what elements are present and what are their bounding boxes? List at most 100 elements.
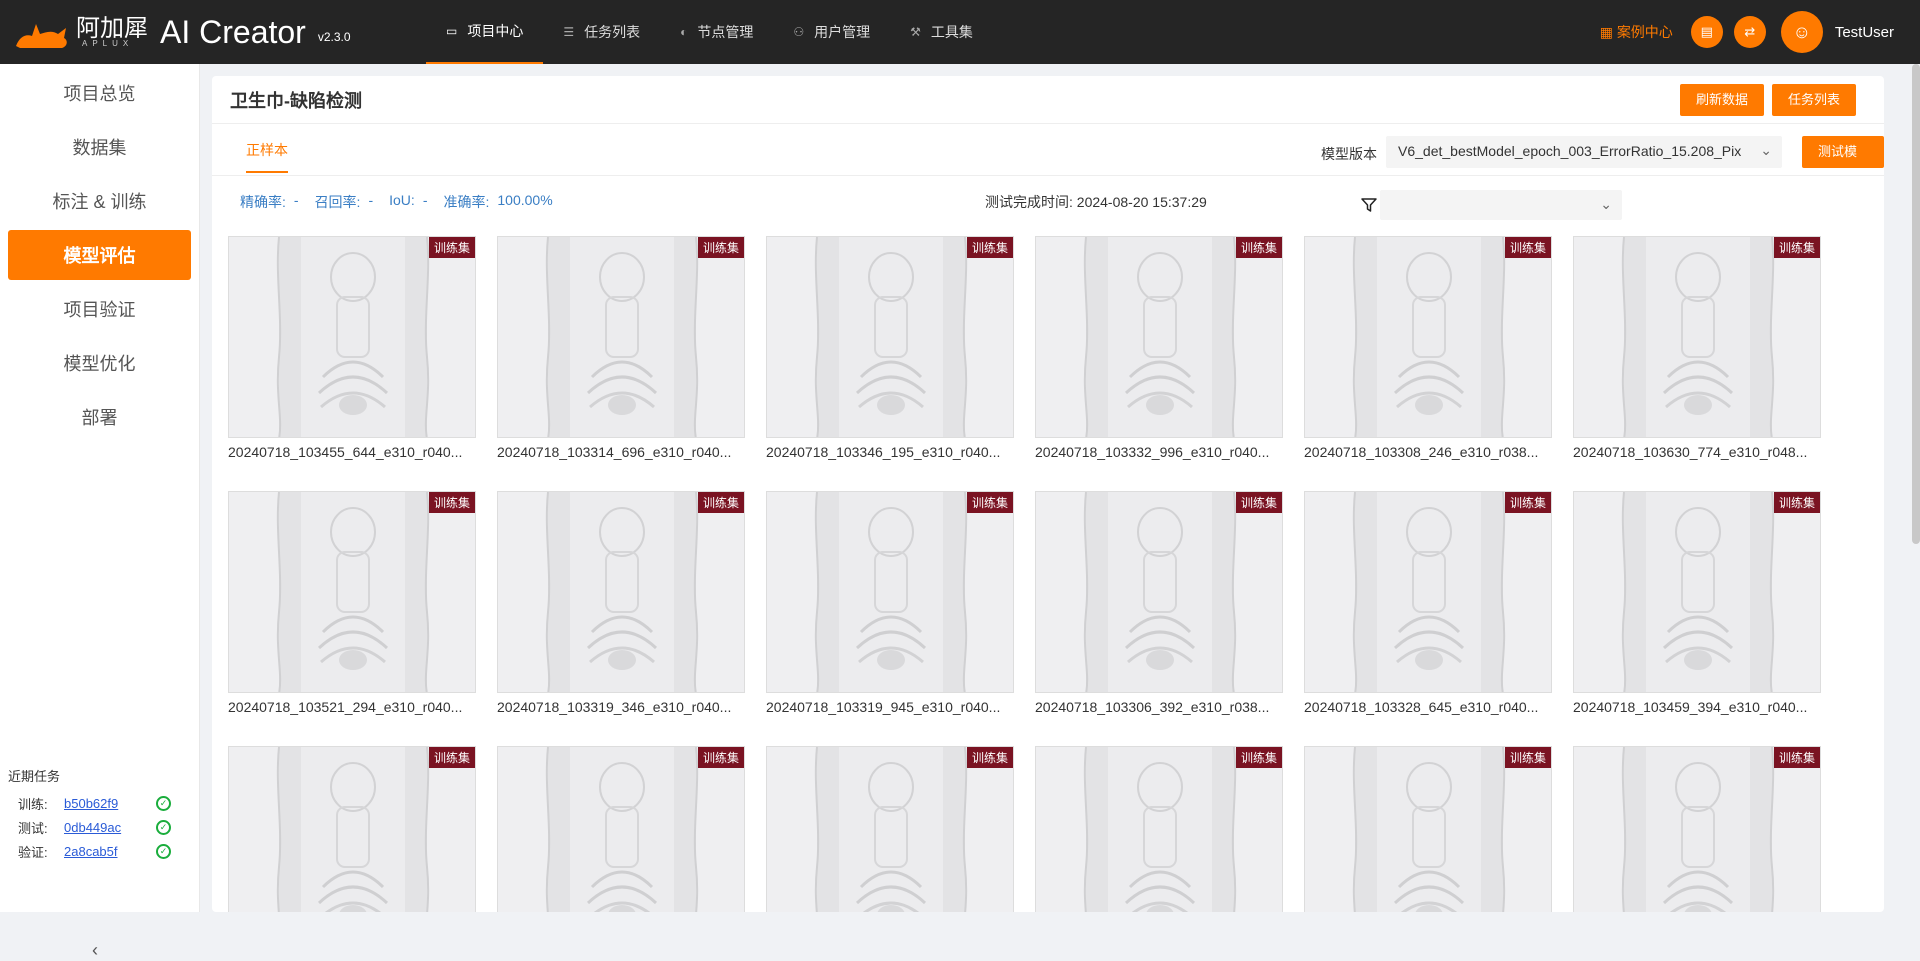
image-filename: 20240718_103319_945_e310_r040... [766, 699, 1001, 715]
chevron-down-icon: ⌄ [1754, 142, 1772, 159]
model-version-select[interactable]: V6_det_bestModel_epoch_003_ErrorRatio_15… [1386, 136, 1782, 168]
sidebar-item-project-overview[interactable]: 项目总览 [8, 68, 191, 118]
image-thumbnail[interactable]: 训练集 [1304, 746, 1552, 912]
image-filename: 20240718_103459_394_e310_r040... [1573, 699, 1808, 715]
image-card[interactable]: 训练集 20240718_103459_394_e310_r040... [1573, 491, 1821, 715]
image-card[interactable]: 训练集 20240718_103332_996_e310_r040... [1035, 236, 1283, 460]
image-thumbnail[interactable]: 训练集 [766, 746, 1014, 912]
image-card[interactable]: 训练集 20240718_103630_774_e310_r048... [1573, 236, 1821, 460]
image-thumbnail[interactable]: 训练集 [497, 236, 745, 438]
page-title: 卫生巾-缺陷检测 [230, 90, 362, 111]
image-thumbnail[interactable]: 训练集 [766, 491, 1014, 693]
recent-task-link[interactable]: 0db449ac [64, 820, 156, 835]
sidebar-item-dataset[interactable]: 数据集 [8, 122, 191, 172]
image-card[interactable]: 训练集 [766, 746, 1014, 912]
translate-button[interactable]: ⇄ [1733, 16, 1766, 48]
image-card[interactable]: 训练集 [1304, 746, 1552, 912]
sidebar-item-model-optimize[interactable]: 模型优化 [8, 338, 191, 388]
model-version-value: V6_det_bestModel_epoch_003_ErrorRatio_15… [1398, 143, 1742, 159]
iou-value: - [422, 192, 428, 208]
image-card[interactable]: 训练集 [1573, 746, 1821, 912]
nav-node-management[interactable]: ◐ 节点管理 [660, 0, 773, 64]
recent-task-label: 验证: [18, 844, 48, 860]
image-thumbnail[interactable]: 训练集 [497, 491, 745, 693]
image-card[interactable]: 训练集 20240718_103521_294_e310_r040... [228, 491, 476, 715]
grid-icon: ▦ [1599, 24, 1617, 40]
sidebar-item-annotate-train[interactable]: 标注 & 训练 [8, 176, 191, 226]
precision-value: - [293, 192, 299, 208]
nav-user-management[interactable]: ⚇ 用户管理 [773, 0, 890, 64]
recent-tasks-title: 近期任务 [8, 769, 61, 784]
image-card[interactable]: 训练集 [497, 746, 745, 912]
image-filename: 20240718_103306_392_e310_r038... [1035, 699, 1270, 715]
recent-task-label: 训练: [18, 796, 48, 812]
collapse-sidebar-icon[interactable]: ‹ [92, 940, 98, 961]
test-done-time: 测试完成时间: 2024-08-20 15:37:29 [985, 192, 1207, 212]
image-thumbnail[interactable]: 训练集 [1573, 746, 1821, 912]
image-thumbnail[interactable]: 训练集 [1573, 491, 1821, 693]
filter-icon[interactable] [1361, 197, 1377, 213]
image-thumbnail[interactable]: 训练集 [1035, 491, 1283, 693]
user-icon: ☺ [1792, 21, 1811, 42]
image-thumbnail[interactable]: 训练集 [228, 746, 476, 912]
test-model-button[interactable]: 测试模型 [1802, 136, 1884, 191]
nav-task-list[interactable]: ☰ 任务列表 [543, 0, 660, 64]
image-filename: 20240718_103319_346_e310_r040... [497, 699, 732, 715]
sidebar-item-project-verify[interactable]: 项目验证 [8, 284, 191, 334]
check-icon: ✓ [156, 819, 171, 835]
app-version: v2.3.0 [317, 30, 351, 44]
case-center-link[interactable]: ▦ 案例中心 [1600, 22, 1673, 42]
image-thumbnail[interactable]: 训练集 [1304, 236, 1552, 438]
image-card[interactable]: 训练集 20240718_103455_644_e310_r040... [228, 236, 476, 460]
image-card[interactable]: 训练集 20240718_103328_645_e310_r040... [1304, 491, 1552, 715]
image-thumbnail[interactable]: 训练集 [766, 236, 1014, 438]
recent-task-row: 训练: b50b62f9 ✓ [8, 791, 171, 815]
sidebar-item-deploy[interactable]: 部署 [8, 392, 191, 442]
train-set-badge: 训练集 [428, 237, 475, 258]
image-thumbnail[interactable]: 训练集 [228, 491, 476, 693]
image-card[interactable]: 训练集 20240718_103319_346_e310_r040... [497, 491, 745, 715]
nav-label: 项目中心 [467, 23, 524, 39]
image-card[interactable]: 训练集 20240718_103308_246_e310_r038... [1304, 236, 1552, 460]
train-set-badge: 训练集 [428, 747, 475, 768]
done-time-value: 2024-08-20 15:37:29 [1076, 194, 1207, 210]
book-button[interactable]: ▤ [1690, 16, 1723, 48]
task-list-button[interactable]: 任务列表 [1771, 84, 1856, 116]
image-thumbnail[interactable]: 训练集 [1035, 746, 1283, 912]
train-set-badge: 训练集 [1504, 492, 1551, 513]
train-set-badge: 训练集 [1773, 492, 1820, 513]
train-set-badge: 训练集 [966, 237, 1013, 258]
recent-task-link[interactable]: 2a8cab5f [64, 844, 156, 859]
train-set-badge: 训练集 [697, 747, 744, 768]
nav-toolset[interactable]: ⚒ 工具集 [890, 0, 993, 64]
train-set-badge: 训练集 [1504, 747, 1551, 768]
image-card[interactable]: 训练集 20240718_103314_696_e310_r040... [497, 236, 745, 460]
image-thumbnail[interactable]: 训练集 [1304, 491, 1552, 693]
sidebar-item-model-eval[interactable]: 模型评估 [8, 230, 191, 280]
nav-project-center[interactable]: ▭ 项目中心 [426, 0, 544, 64]
tab-positive-samples[interactable]: 正样本 [246, 140, 288, 173]
image-card[interactable]: 训练集 [1035, 746, 1283, 912]
recent-task-link[interactable]: b50b62f9 [64, 796, 156, 811]
train-set-badge: 训练集 [697, 492, 744, 513]
train-set-badge: 训练集 [1773, 747, 1820, 768]
username[interactable]: TestUser [1835, 24, 1894, 41]
image-card[interactable]: 训练集 20240718_103306_392_e310_r038... [1035, 491, 1283, 715]
recent-task-label: 测试: [18, 820, 48, 836]
app-name: AI Creator [160, 13, 306, 50]
wrench-icon: ⚒ [910, 25, 921, 39]
image-filename: 20240718_103346_195_e310_r040... [766, 444, 1001, 460]
image-card[interactable]: 训练集 [228, 746, 476, 912]
logo[interactable]: 阿加犀 APLUX AI Creator v2.3.0 [12, 12, 412, 52]
filter-select[interactable]: ⌄ [1380, 190, 1622, 220]
page-scrollbar[interactable] [1912, 64, 1920, 544]
image-thumbnail[interactable]: 训练集 [228, 236, 476, 438]
refresh-data-button[interactable]: 刷新数据 [1679, 84, 1764, 116]
image-thumbnail[interactable]: 训练集 [1035, 236, 1283, 438]
image-card[interactable]: 训练集 20240718_103346_195_e310_r040... [766, 236, 1014, 460]
image-thumbnail[interactable]: 训练集 [497, 746, 745, 912]
image-card[interactable]: 训练集 20240718_103319_945_e310_r040... [766, 491, 1014, 715]
user-avatar[interactable]: ☺ [1780, 11, 1823, 53]
image-thumbnail[interactable]: 训练集 [1573, 236, 1821, 438]
header-buttons: 刷新数据 任务列表 [1672, 84, 1856, 116]
